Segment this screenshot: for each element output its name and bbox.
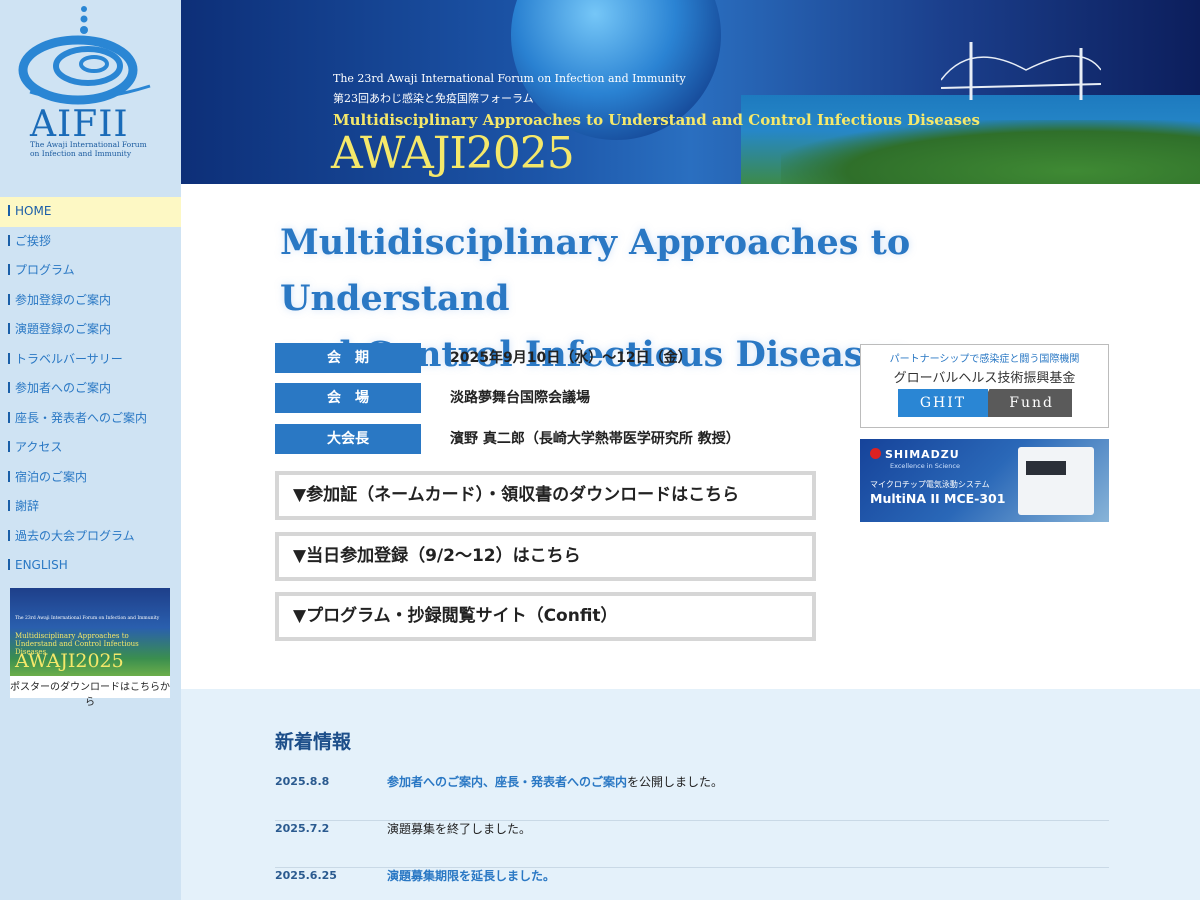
nav-label: 参加者へのご案内 (15, 381, 112, 395)
nav-item-abstract[interactable]: 演題登録のご案内 (0, 315, 181, 345)
instrument-image (1018, 447, 1094, 515)
nav-item-program[interactable]: プログラム (0, 256, 181, 286)
news-text-body: 演題募集を終了しました。 (387, 822, 532, 836)
logo-abbr: AIFII (30, 104, 129, 145)
nav-bullet (8, 234, 10, 246)
nav-item-participants[interactable]: 参加者へのご案内 (0, 374, 181, 404)
poster-thumbnail: The 23rd Awaji International Forum on In… (10, 588, 170, 676)
poster-download-link[interactable]: The 23rd Awaji International Forum on In… (10, 588, 170, 708)
poster-caption: ポスターのダウンロードはこちらから (10, 682, 170, 708)
nav-bullet (8, 205, 10, 216)
nav-bullet (8, 323, 10, 334)
shimadzu-product-name: MultiNA II MCE-301 (870, 491, 1006, 506)
page-title-line1: Multidisciplinary Approaches to Understa… (280, 222, 911, 319)
banner-theme: Multidisciplinary Approaches to Understa… (333, 111, 980, 129)
logo-sub-line2: on Infection and Immunity (30, 149, 132, 158)
news-date: 2025.8.8 (275, 775, 330, 788)
nav-label: HOME (15, 204, 52, 218)
shimadzu-tagline: Excellence in Science (890, 462, 960, 470)
sponsor-shimadzu-banner[interactable]: SHIMADZU Excellence in Science マイクロチップ電気… (860, 439, 1109, 522)
info-value: 2025年9月10日（水）～12日（金） (450, 350, 692, 366)
poster-line3: AWAJI2025 (15, 650, 124, 672)
nav-label: 参加登録のご案内 (15, 292, 112, 307)
nav-item-english[interactable]: ENGLISH (0, 551, 181, 581)
nav-bullet (8, 382, 10, 393)
news-title: 新着情報 (275, 731, 352, 753)
nav-item-access[interactable]: アクセス (0, 433, 181, 463)
nav-label: プログラム (15, 263, 75, 277)
nav-bullet (8, 293, 10, 305)
spiral-logo-icon (18, 6, 151, 105)
ghit-tagline: パートナーシップで感染症と闘う国際機関 (889, 354, 1080, 365)
nav-bullet (8, 441, 10, 452)
nav-item-travel-bursary[interactable]: トラベルバーサリー (0, 345, 181, 375)
sponsor-ghit-banner[interactable]: パートナーシップで感染症と闘う国際機関 グローバルヘルス技術振興基金 Fund … (860, 344, 1109, 428)
name-card-download-link[interactable]: ▼参加証（ネームカード）・領収書のダウンロードはこちら (275, 471, 816, 520)
nav-bullet (8, 559, 10, 570)
nav-item-acknowledgements[interactable]: 謝辞 (0, 492, 181, 522)
info-value: 淡路夢舞台国際会議場 (450, 390, 590, 406)
nav-item-chairs-presenters[interactable]: 座長・発表者へのご案内 (0, 404, 181, 434)
bridge-icon (941, 42, 1101, 100)
nav-label: 座長・発表者へのご案内 (15, 410, 148, 425)
nav-item-home[interactable]: HOME (0, 197, 181, 227)
nav-label: 宿泊のご案内 (15, 469, 88, 484)
news-text: 演題募集を終了しました。 (387, 822, 531, 836)
news-item: 2025.7.2 演題募集を終了しました。 (275, 822, 1109, 868)
ghit-name: グローバルヘルス技術振興基金 (893, 371, 1076, 386)
logo-sub-line1: The Awaji International Forum (30, 140, 147, 149)
banner-event-title: AWAJI2025 (331, 128, 575, 179)
nav-label: 演題登録のご案内 (15, 322, 112, 336)
program-abstract-link[interactable]: ▼プログラム・抄録閲覧サイト（Confit） (275, 592, 816, 641)
nav-bullet (8, 352, 10, 364)
ghit-label: GHIT (898, 389, 988, 417)
info-label: 大会長 (275, 424, 421, 454)
news-item: 2025.6.25 演題募集期限を延長しました。 (275, 869, 1109, 900)
site-logo[interactable]: AIFII The Awaji International Forum on I… (0, 0, 181, 180)
nav-bullet (8, 500, 10, 511)
poster-line1: The 23rd Awaji International Forum on In… (15, 616, 160, 621)
ghit-fund-label: Fund (976, 389, 1072, 417)
news-item: 2025.8.8 参加者へのご案内、座長・発表者へのご案内を公開しました。 (275, 775, 1109, 821)
nav-label: ENGLISH (15, 558, 68, 572)
news-text-tail: を公開しました。 (627, 775, 724, 789)
shimadzu-brand: SHIMADZU (870, 448, 960, 461)
banner-forum-name-jp: 第23回あわじ感染と免疫国際フォーラム (333, 92, 534, 105)
info-value: 濱野 真二郎（長崎大学熱帯医学研究所 教授） (450, 431, 740, 447)
island-graphic (781, 120, 1200, 184)
info-label: 会 場 (275, 383, 421, 413)
nav-label: トラベルバーサリー (15, 351, 123, 366)
header-banner: The 23rd Awaji International Forum on In… (181, 0, 1200, 184)
news-date: 2025.6.25 (275, 869, 337, 882)
nav-item-past-programs[interactable]: 過去の大会プログラム (0, 522, 181, 552)
news-text: 演題募集期限を延長しました。 (387, 869, 555, 883)
nav-label: ご挨拶 (15, 233, 52, 248)
shimadzu-product-category: マイクロチップ電気泳動システム (870, 480, 990, 489)
shimadzu-logo-icon (870, 448, 881, 459)
nav-label: 過去の大会プログラム (15, 528, 135, 543)
news-link[interactable]: 演題募集期限を延長しました。 (387, 869, 555, 883)
news-date: 2025.7.2 (275, 822, 330, 835)
sidebar: AIFII The Awaji International Forum on I… (0, 0, 181, 900)
banner-forum-name: The 23rd Awaji International Forum on In… (333, 72, 686, 85)
nav-bullet (8, 529, 10, 541)
news-text: 参加者へのご案内、座長・発表者へのご案内を公開しました。 (387, 775, 723, 789)
info-label: 会 期 (275, 343, 421, 373)
nav-bullet (8, 264, 10, 275)
nav-bullet (8, 470, 10, 482)
nav-item-greeting[interactable]: ご挨拶 (0, 227, 181, 257)
nav-item-registration[interactable]: 参加登録のご案内 (0, 286, 181, 316)
nav-bullet (8, 411, 10, 423)
shimadzu-brand-text: SHIMADZU (885, 448, 960, 461)
nav-label: 謝辞 (15, 499, 40, 513)
nav-label: アクセス (15, 440, 63, 454)
news-link[interactable]: 参加者へのご案内、座長・発表者へのご案内 (387, 775, 627, 789)
nav-item-accommodation[interactable]: 宿泊のご案内 (0, 463, 181, 493)
news-section: 新着情報 2025.8.8 参加者へのご案内、座長・発表者へのご案内を公開しまし… (181, 689, 1200, 900)
onsite-registration-link[interactable]: ▼当日参加登録（9/2～12）はこちら (275, 532, 816, 581)
logo-subtitle: The Awaji International Forum on Infecti… (30, 140, 160, 158)
sidebar-nav: HOME ご挨拶 プログラム 参加登録のご案内 演題登録のご案内 トラベルバーサ… (0, 197, 181, 581)
